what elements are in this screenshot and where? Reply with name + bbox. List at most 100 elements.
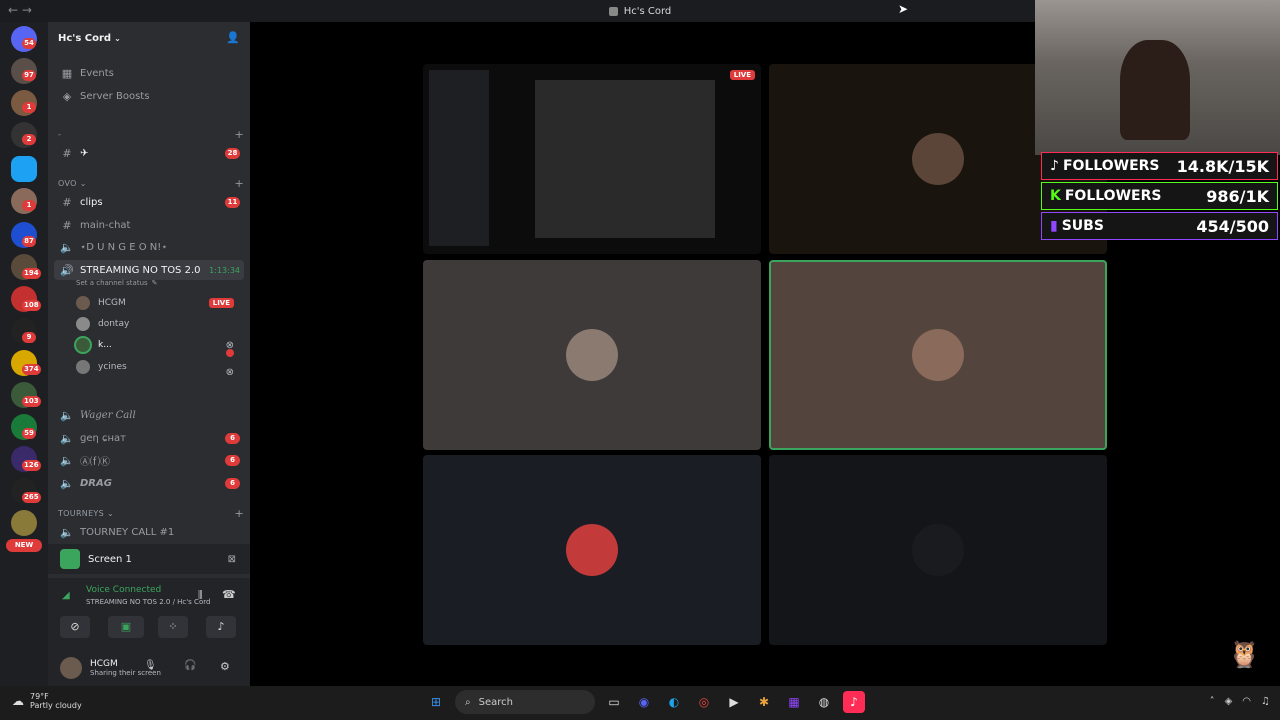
participant-avatar [912, 133, 964, 185]
video-tile[interactable] [423, 455, 761, 645]
channel-name: DRAG [80, 477, 112, 489]
server-icon[interactable] [11, 156, 37, 182]
channel-name: ✈ [80, 147, 89, 159]
mic-icon[interactable]: 🎙 [144, 660, 157, 671]
unread-badge: 54 [22, 38, 36, 49]
gear-icon[interactable]: ⚙ [220, 660, 230, 673]
unread-badge: 2 [22, 134, 36, 145]
chrome-icon[interactable]: ◎ [693, 691, 715, 713]
voice-user[interactable]: HCGM LIVE [76, 293, 244, 313]
slack-icon[interactable]: ✱ [753, 691, 775, 713]
channel-status[interactable]: Set a channel status ✎ [76, 276, 244, 290]
tiktok-taskbar-icon[interactable]: ♪ [843, 691, 865, 713]
speaker-icon: 🔈 [60, 476, 74, 490]
add-channel-icon[interactable]: + [234, 128, 244, 141]
voice-channel-dungeon[interactable]: 🔈 ⋆D U N G E O N!⋆ [48, 237, 250, 257]
user-avatar[interactable] [60, 656, 82, 679]
signal-icon[interactable]: ◢ [62, 590, 70, 601]
speaker-icon: 🔊 [60, 263, 74, 277]
user-name: dontay [98, 319, 130, 329]
owl-logo-icon: 🦉 [1228, 640, 1261, 670]
voice-channel-tourney[interactable]: 🔈 TOURNEY CALL #1 [48, 522, 250, 542]
channel-plane[interactable]: # ✈ 28 [48, 143, 250, 163]
nav-arrows[interactable]: ← → [8, 3, 32, 17]
search-box[interactable]: ⌕ Search [455, 690, 595, 714]
volume-icon[interactable]: ♫ [1261, 696, 1270, 707]
unread-badge: 265 [22, 492, 41, 503]
events-label: Events [80, 67, 114, 79]
twitch-taskbar-icon[interactable]: ▦ [783, 691, 805, 713]
add-member-icon[interactable]: 👤 [226, 31, 240, 44]
tiktok-followers-goal: ♪ FOLLOWERS 14.8K/15K [1041, 152, 1278, 180]
participant-avatar [912, 329, 964, 381]
server-boosts-label: Server Boosts [80, 90, 150, 102]
category-ovo[interactable]: OVO ⌄ + [58, 173, 244, 193]
mouse-cursor-icon: ➤ [898, 2, 909, 16]
participant-avatar [566, 329, 618, 381]
server-name: Hc's Cord [58, 32, 112, 44]
unread-badge: 97 [22, 70, 36, 81]
category-label: - [58, 129, 62, 139]
events-item[interactable]: ▦ Events [48, 63, 250, 83]
edge-icon[interactable]: ◐ [663, 691, 685, 713]
avatar [76, 317, 90, 331]
video-tile-speaking[interactable] [769, 260, 1107, 450]
voice-channel-drag[interactable]: 🔈 DRAG 6 [48, 473, 250, 493]
media-icon[interactable]: ▶ [723, 691, 745, 713]
channel-name: ⋆D U N G E O N!⋆ [80, 241, 168, 253]
weather-widget[interactable]: ☁ 79°F Partly cloudy [12, 692, 82, 710]
disconnect-icon[interactable]: ☎ [222, 588, 236, 601]
soundboard-button[interactable]: ♪ [206, 616, 236, 638]
goal-value: 986/1K [1206, 186, 1269, 206]
live-badge: LIVE [208, 298, 234, 308]
category-tourneys[interactable]: TOURNEYS ⌄ + [58, 503, 244, 523]
goal-value: 454/500 [1196, 216, 1269, 236]
boost-icon: ◈ [62, 89, 72, 103]
task-view-icon[interactable]: ▭ [603, 691, 625, 713]
category-header[interactable]: - + [58, 124, 244, 144]
new-badge[interactable]: NEW [6, 539, 42, 552]
voice-channel-label[interactable]: STREAMING NO TOS 2.0 / Hc's Cord [86, 598, 210, 606]
add-channel-icon[interactable]: + [234, 177, 244, 190]
channel-main-chat[interactable]: # main-chat [48, 215, 250, 235]
activities-button[interactable]: ⁘ [158, 616, 188, 638]
unread-badge: 1 [22, 200, 36, 211]
screen-share-button[interactable]: ▣ [108, 616, 144, 638]
start-icon[interactable]: ⊞ [425, 691, 447, 713]
voice-user[interactable]: dontay [76, 314, 244, 334]
voice-channel-gen[interactable]: 🔈 ɡeη ɕнат 6 [48, 428, 250, 448]
video-tile[interactable] [769, 455, 1107, 645]
network-icon[interactable]: ◈ [1225, 696, 1233, 707]
server-boosts-item[interactable]: ◈ Server Boosts [48, 86, 250, 106]
kick-followers-goal: K FOLLOWERS 986/1K [1041, 182, 1278, 210]
noise-suppression-icon[interactable]: ⫼ [198, 590, 203, 601]
speaker-icon: 🔈 [60, 408, 74, 422]
temperature: 79°F [30, 692, 49, 701]
video-tile[interactable] [423, 260, 761, 450]
server-rail: 54 97 1 2 1 87 194 108 9 374 103 59 126 … [0, 22, 48, 686]
obs-icon[interactable]: ◍ [813, 691, 835, 713]
chevron-up-icon[interactable]: ˄ [1210, 696, 1215, 707]
hash-icon: # [62, 146, 72, 160]
shared-screen-sidebar [429, 70, 489, 246]
screen-share-tile[interactable]: LIVE [423, 64, 761, 254]
voice-user[interactable]: ycines ⊗ [76, 349, 244, 378]
user-panel: HCGM Sharing their screen 🎙 🎧 ⚙ [48, 649, 250, 686]
server-header[interactable]: Hc's Cord ⌄ 👤 [48, 22, 250, 54]
wifi-icon[interactable]: ◠ [1242, 696, 1251, 707]
server-icon[interactable] [11, 510, 37, 536]
channel-clips[interactable]: # clips 11 [48, 192, 250, 212]
stop-share-icon[interactable]: ⊠ [228, 554, 236, 565]
voice-channel-afk[interactable]: 🔈 Ⓐ⒡Ⓚ 6 [48, 450, 250, 470]
unread-badge: 1 [22, 102, 36, 113]
voice-user[interactable]: k... ⊗ [76, 335, 244, 355]
add-channel-icon[interactable]: + [234, 507, 244, 520]
camera-off-button[interactable]: ⊘ [60, 616, 90, 638]
headphones-icon[interactable]: 🎧 [184, 660, 196, 671]
voice-channel-wager[interactable]: 🔈 Wager Call [48, 405, 250, 425]
chevron-down-icon: ⌄ [107, 508, 115, 518]
discord-icon[interactable]: ◉ [633, 691, 655, 713]
taskbar: ☁ 79°F Partly cloudy ⊞ ⌕ Search ▭ ◉ ◐ ◎ … [0, 686, 1280, 720]
speaker-icon: 🔈 [60, 431, 74, 445]
goal-value: 14.8K/15K [1176, 156, 1269, 176]
